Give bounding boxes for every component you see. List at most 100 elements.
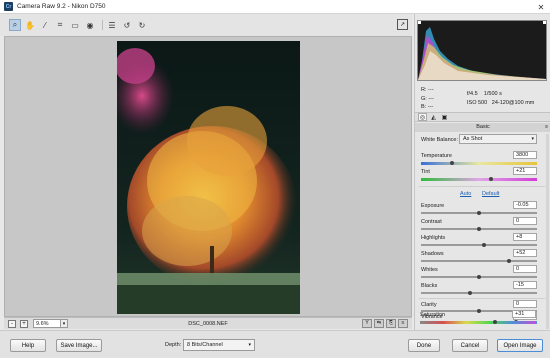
window-title: Camera Raw 9.2 - Nikon D750 xyxy=(17,3,106,10)
basic-tab-icon[interactable]: ◎ xyxy=(418,113,427,121)
white-balance-tool-icon[interactable]: ⁄ xyxy=(39,19,51,31)
divider xyxy=(419,186,545,187)
lens-focal-length: 24-120@100 mm xyxy=(491,100,535,106)
bottom-bar: Help Save Image... Depth: 8 Bits/Channel… xyxy=(0,330,550,358)
saturation-slider[interactable] xyxy=(420,320,536,324)
blacks-thumb[interactable] xyxy=(467,291,472,295)
depth-value: 8 Bits/Channel xyxy=(187,342,223,348)
open-image-button[interactable]: Open Image xyxy=(497,339,543,352)
preferences-icon[interactable]: ☰ xyxy=(106,19,118,31)
shadows-thumb[interactable] xyxy=(507,259,512,263)
default-link[interactable]: Default xyxy=(482,191,499,197)
photo-preview xyxy=(117,41,300,314)
redeye-tool-icon[interactable]: ◉ xyxy=(84,19,96,31)
exposure-slider[interactable] xyxy=(421,211,537,215)
b-value: --- xyxy=(427,104,434,110)
highlights-slider[interactable] xyxy=(421,243,537,247)
done-button[interactable]: Done xyxy=(408,339,440,352)
shutter-speed: 1/500 s xyxy=(483,91,502,97)
toolbar: ⌕ ✋ ⁄ ⌗ ▭ ◉ ☰ ↺ ↻ ↗ xyxy=(0,14,412,36)
highlights-thumb[interactable] xyxy=(481,243,486,247)
b-label: B: xyxy=(421,104,427,110)
saturation-value[interactable]: +31 xyxy=(512,310,536,318)
saturation-thumb[interactable] xyxy=(493,320,498,324)
swap-before-after-icon[interactable]: ⇆ xyxy=(374,319,384,328)
shadows-value[interactable]: +52 xyxy=(513,249,537,257)
saturation-label: Saturation xyxy=(420,312,446,318)
help-button[interactable]: Help xyxy=(10,339,46,352)
temperature-value[interactable]: 3800 xyxy=(513,151,537,159)
clarity-label: Clarity xyxy=(421,302,437,308)
tint-value[interactable]: +21 xyxy=(513,167,537,175)
rotate-right-icon[interactable]: ↻ xyxy=(136,19,148,31)
cancel-button[interactable]: Cancel xyxy=(452,339,488,352)
tint-thumb[interactable] xyxy=(488,177,493,181)
window-controls: ✕ xyxy=(532,0,550,14)
depth-label: Depth: xyxy=(165,342,182,348)
white-balance-select[interactable]: As Shot ▾ xyxy=(459,134,537,144)
zoom-level-field[interactable]: 9.6% xyxy=(33,319,61,328)
g-value: --- xyxy=(428,95,434,102)
contrast-thumb[interactable] xyxy=(477,227,481,231)
contrast-value[interactable]: 0 xyxy=(513,217,537,225)
blacks-value[interactable]: -15 xyxy=(513,281,537,289)
tone-curve-tab-icon[interactable]: ◭ xyxy=(429,113,438,121)
depth-select[interactable]: 8 Bits/Channel ▾ xyxy=(183,339,255,351)
highlights-value[interactable]: +8 xyxy=(513,233,537,241)
iso: ISO 500 xyxy=(467,100,488,106)
whites-thumb[interactable] xyxy=(477,275,481,279)
tint-label: Tint xyxy=(421,169,430,175)
g-label: G: xyxy=(421,95,427,102)
save-image-button[interactable]: Save Image... xyxy=(56,339,102,352)
whites-value[interactable]: 0 xyxy=(513,265,537,273)
temperature-thumb[interactable] xyxy=(450,161,455,165)
hand-tool-icon[interactable]: ✋ xyxy=(24,19,36,31)
shadow-clipping-indicator xyxy=(418,21,421,24)
close-icon[interactable]: ✕ xyxy=(532,0,550,14)
auto-link[interactable]: Auto xyxy=(460,191,471,197)
image-preview[interactable] xyxy=(4,36,412,317)
blacks-label: Blacks xyxy=(421,283,438,289)
detail-tab-icon[interactable]: ▣ xyxy=(440,113,449,121)
copy-settings-icon[interactable]: ⎘ xyxy=(386,319,396,328)
title-bar: Cr Camera Raw 9.2 - Nikon D750 ✕ xyxy=(0,0,550,14)
blacks-slider[interactable] xyxy=(421,291,537,295)
chevron-down-icon: ▾ xyxy=(248,342,251,348)
white-balance-value: As Shot xyxy=(463,136,483,142)
rotate-left-icon[interactable]: ↺ xyxy=(121,19,133,31)
zoom-out-button[interactable]: - xyxy=(8,319,16,328)
whites-slider[interactable] xyxy=(421,275,537,279)
exposure-value[interactable]: -0.05 xyxy=(513,201,537,209)
camera-raw-app-icon: Cr xyxy=(4,2,13,11)
panel-scrollbar[interactable] xyxy=(546,134,549,329)
zoom-tool-icon[interactable]: ⌕ xyxy=(9,19,21,31)
panel-menu-icon[interactable]: ≡ xyxy=(545,123,548,132)
contrast-label: Contrast xyxy=(421,219,442,225)
clarity-thumb[interactable] xyxy=(477,309,481,313)
histogram-graph xyxy=(418,21,546,80)
fullscreen-icon[interactable]: ↗ xyxy=(397,19,408,30)
temperature-label: Temperature xyxy=(421,153,452,159)
before-after-toggle-icon[interactable]: Y xyxy=(362,319,372,328)
shadows-slider[interactable] xyxy=(421,259,537,263)
toolbar-divider xyxy=(102,20,103,30)
divider xyxy=(419,298,545,299)
tree-photo xyxy=(117,41,300,314)
panel-header: Basic ≡ xyxy=(415,123,550,132)
shadows-label: Shadows xyxy=(421,251,444,257)
temperature-slider[interactable] xyxy=(421,161,537,165)
crop-tool-icon[interactable]: ⌗ xyxy=(54,19,66,31)
zoom-dropdown-icon[interactable]: ▾ xyxy=(61,319,68,328)
view-mode-buttons: Y ⇆ ⎘ ≡ xyxy=(360,319,408,328)
straighten-tool-icon[interactable]: ▭ xyxy=(69,19,81,31)
zoom-in-button[interactable]: + xyxy=(20,319,28,328)
aperture: f/4.5 xyxy=(467,91,478,97)
clarity-value[interactable]: 0 xyxy=(513,300,537,308)
tint-slider[interactable] xyxy=(421,177,537,181)
chevron-down-icon: ▾ xyxy=(531,136,534,142)
preview-settings-icon[interactable]: ≡ xyxy=(398,319,408,328)
exposure-thumb[interactable] xyxy=(477,211,481,215)
adjustment-panel: R: --- G: --- B: --- f/4.5 1/500 s ISO 5… xyxy=(414,14,550,330)
contrast-slider[interactable] xyxy=(421,227,537,231)
white-balance-label: White Balance: xyxy=(421,137,458,143)
